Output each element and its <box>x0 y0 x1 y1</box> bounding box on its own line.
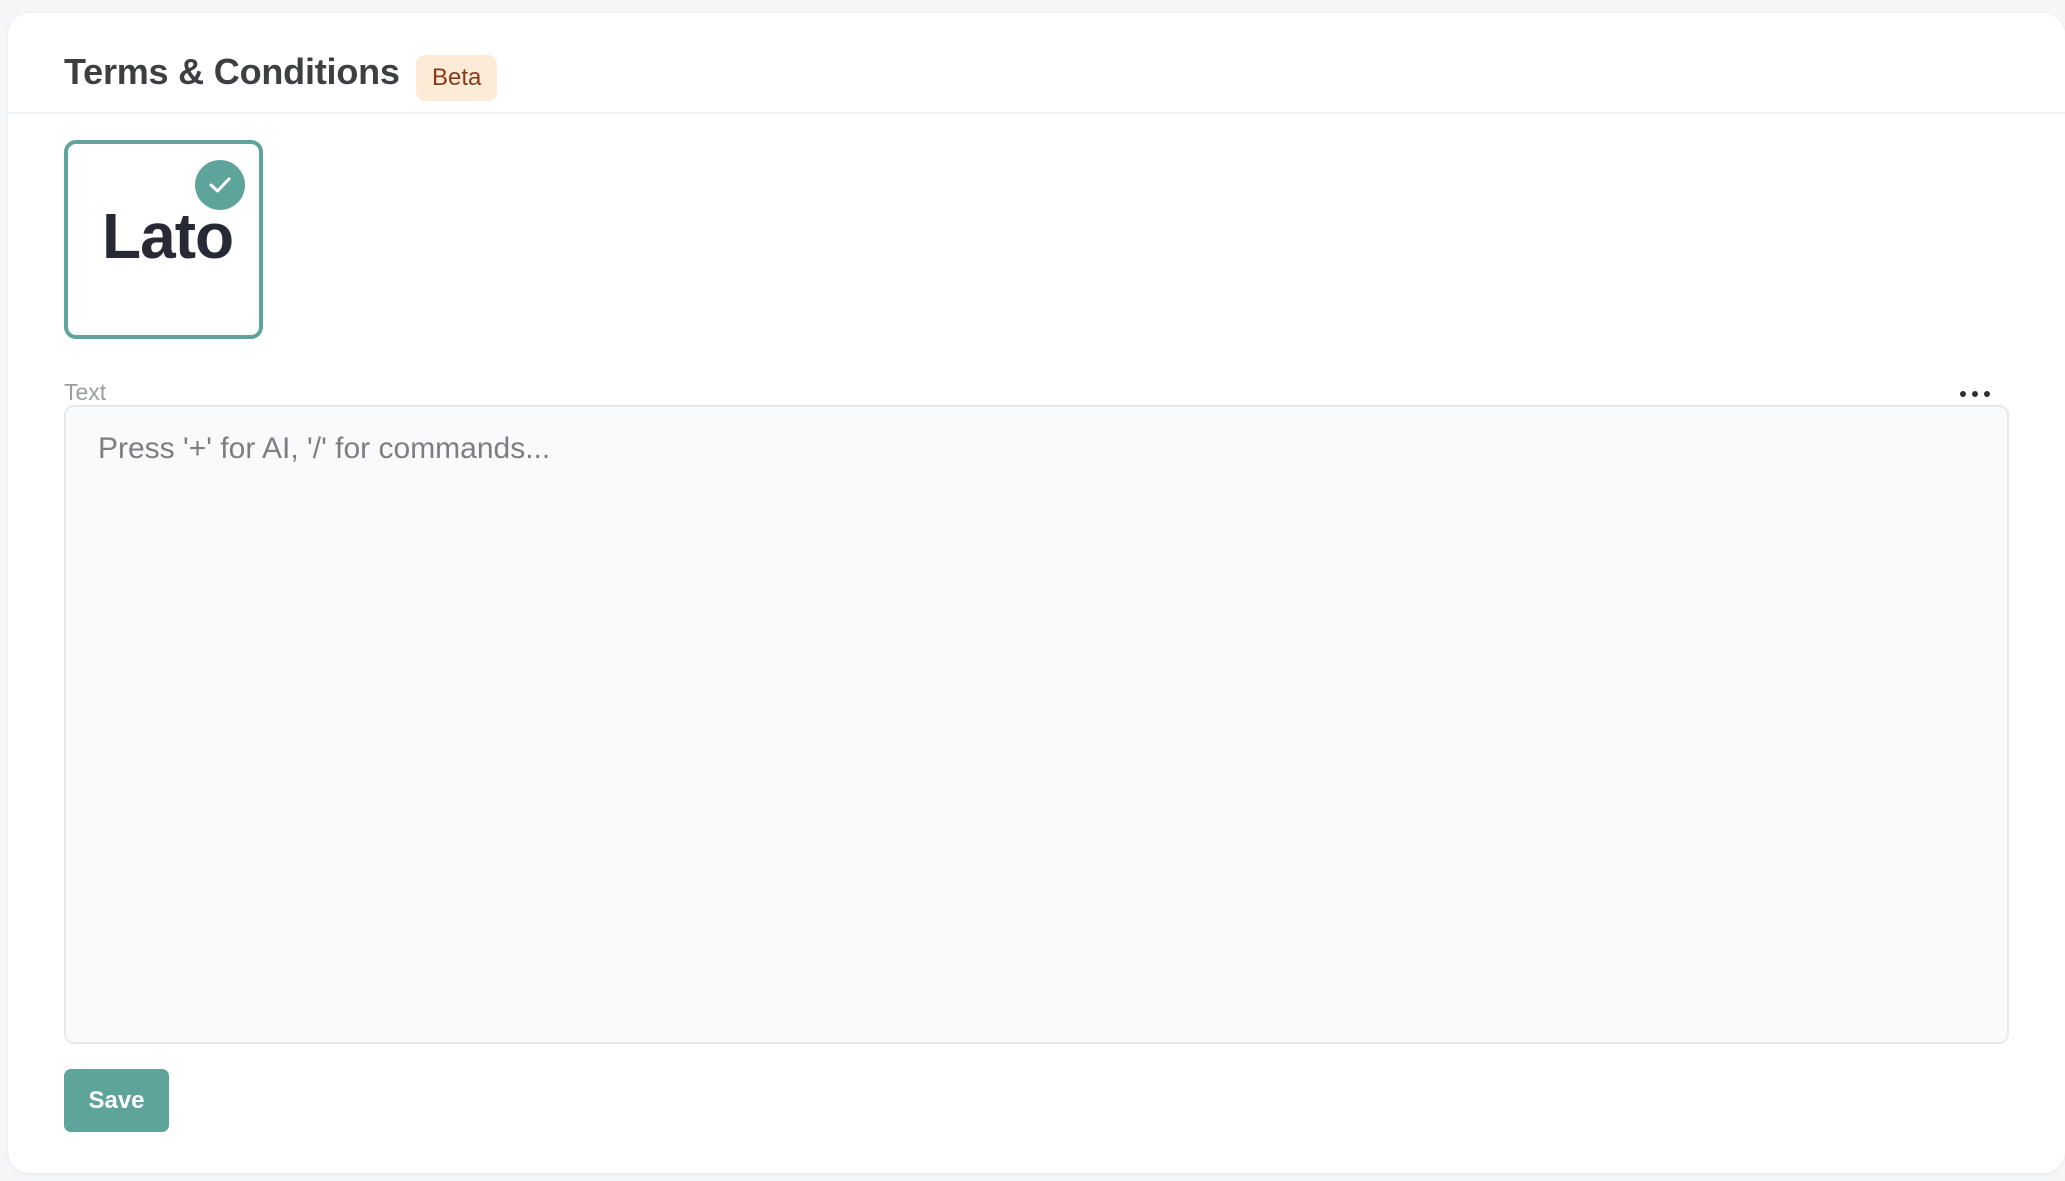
save-button[interactable]: Save <box>64 1069 169 1132</box>
beta-badge: Beta <box>416 55 498 101</box>
text-editor[interactable]: Press '+' for AI, '/' for commands... <box>64 405 2009 1044</box>
page-title: Terms & Conditions <box>64 51 400 92</box>
editor-placeholder: Press '+' for AI, '/' for commands... <box>98 432 551 465</box>
check-circle-icon <box>195 160 245 210</box>
card-header: Terms & Conditions Beta <box>8 13 2065 114</box>
font-option-label: Lato <box>102 200 234 272</box>
font-option-lato[interactable]: Lato <box>64 140 263 339</box>
text-field-label: Text <box>64 379 107 405</box>
more-horizontal-icon[interactable] <box>1958 381 1992 407</box>
terms-card: Terms & Conditions Beta Lato Text Press … <box>8 13 2065 1173</box>
